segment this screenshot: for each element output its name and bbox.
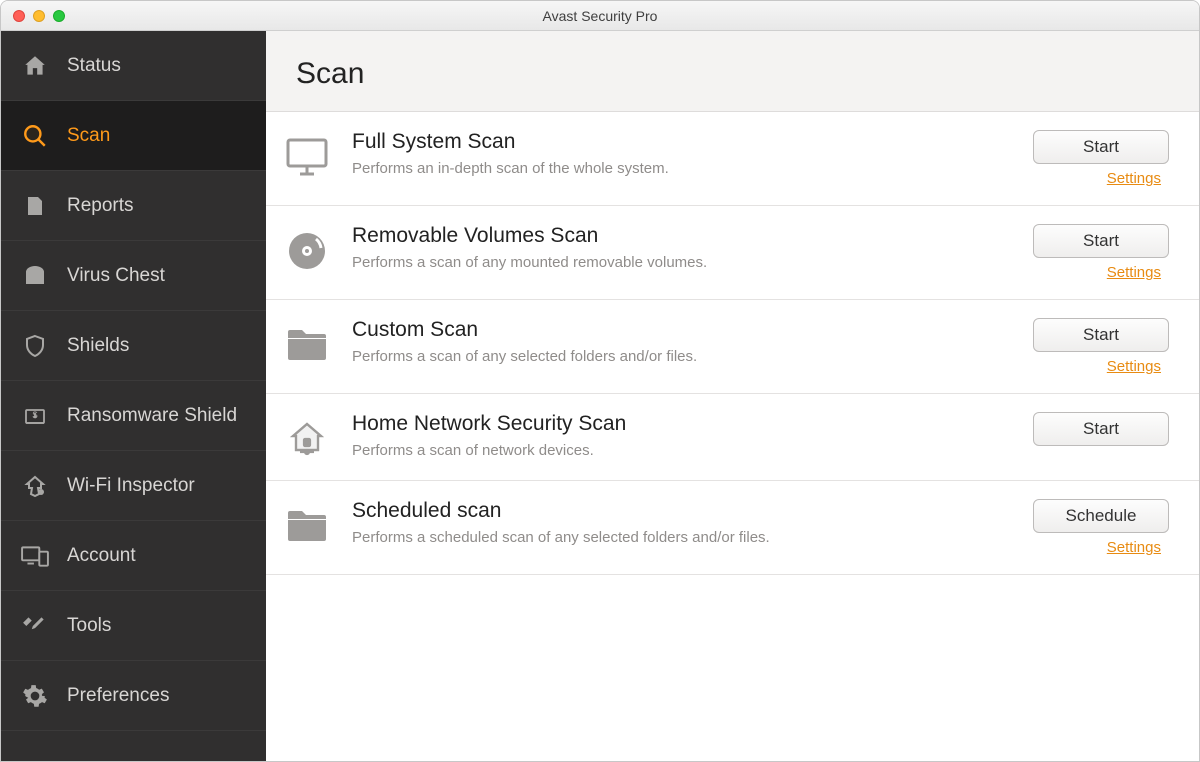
scan-row-home-network: Home Network Security Scan Performs a sc… bbox=[266, 394, 1199, 481]
sidebar-item-virus-chest[interactable]: Virus Chest bbox=[1, 241, 266, 311]
sidebar-item-status[interactable]: Status bbox=[1, 31, 266, 101]
scan-actions: Schedule Settings bbox=[1009, 499, 1169, 556]
document-icon bbox=[21, 192, 49, 220]
sidebar-item-shields[interactable]: Shields bbox=[1, 311, 266, 381]
devices-icon bbox=[21, 542, 49, 570]
sidebar-item-account[interactable]: Account bbox=[1, 521, 266, 591]
minimize-window-button[interactable] bbox=[33, 10, 45, 22]
sidebar-item-label: Status bbox=[67, 55, 121, 77]
sidebar-item-reports[interactable]: Reports bbox=[1, 171, 266, 241]
scan-text: Full System Scan Performs an in-depth sc… bbox=[352, 130, 987, 177]
wifi-icon bbox=[21, 472, 49, 500]
maximize-window-button[interactable] bbox=[53, 10, 65, 22]
scan-description: Performs a scan of any selected folders … bbox=[352, 348, 987, 365]
app-body: Status Scan Reports Virus Chest bbox=[1, 31, 1199, 761]
close-window-button[interactable] bbox=[13, 10, 25, 22]
settings-link[interactable]: Settings bbox=[1107, 170, 1161, 187]
settings-link[interactable]: Settings bbox=[1107, 264, 1161, 281]
monitor-icon bbox=[284, 134, 330, 180]
sidebar-item-label: Ransomware Shield bbox=[67, 405, 237, 427]
start-button[interactable]: Start bbox=[1033, 412, 1169, 446]
main-panel: Scan Full System Scan Performs an in-dep… bbox=[266, 31, 1199, 761]
folder-icon bbox=[284, 322, 330, 368]
scan-title: Scheduled scan bbox=[352, 499, 987, 523]
titlebar: Avast Security Pro bbox=[1, 1, 1199, 31]
sidebar-item-wifi-inspector[interactable]: Wi-Fi Inspector bbox=[1, 451, 266, 521]
ransomware-icon: $ bbox=[21, 402, 49, 430]
scan-actions: Start Settings bbox=[1009, 318, 1169, 375]
sidebar-item-label: Scan bbox=[67, 125, 110, 147]
gear-icon bbox=[21, 682, 49, 710]
scan-text: Scheduled scan Performs a scheduled scan… bbox=[352, 499, 987, 546]
home-icon bbox=[21, 52, 49, 80]
scan-text: Removable Volumes Scan Performs a scan o… bbox=[352, 224, 987, 271]
app-window: Avast Security Pro Status Scan Reports bbox=[0, 0, 1200, 762]
svg-text:$: $ bbox=[32, 410, 37, 420]
sidebar-item-label: Shields bbox=[67, 335, 129, 357]
scan-row-full-system: Full System Scan Performs an in-depth sc… bbox=[266, 112, 1199, 206]
sidebar-item-label: Wi-Fi Inspector bbox=[67, 475, 195, 497]
scan-row-removable-volumes: Removable Volumes Scan Performs a scan o… bbox=[266, 206, 1199, 300]
chest-icon bbox=[21, 262, 49, 290]
scan-actions: Start Settings bbox=[1009, 130, 1169, 187]
scan-description: Performs a scan of network devices. bbox=[352, 442, 987, 459]
scan-actions: Start Settings bbox=[1009, 224, 1169, 281]
page-title: Scan bbox=[296, 57, 1169, 91]
scan-title: Removable Volumes Scan bbox=[352, 224, 987, 248]
scan-list: Full System Scan Performs an in-depth sc… bbox=[266, 112, 1199, 761]
scan-title: Full System Scan bbox=[352, 130, 987, 154]
settings-link[interactable]: Settings bbox=[1107, 358, 1161, 375]
start-button[interactable]: Start bbox=[1033, 130, 1169, 164]
sidebar-item-scan[interactable]: Scan bbox=[1, 101, 266, 171]
folder-icon bbox=[284, 503, 330, 549]
sidebar-item-preferences[interactable]: Preferences bbox=[1, 661, 266, 731]
traffic-lights bbox=[13, 10, 65, 22]
tools-icon bbox=[21, 612, 49, 640]
shield-icon bbox=[21, 332, 49, 360]
scan-description: Performs a scan of any mounted removable… bbox=[352, 254, 987, 271]
scan-row-custom: Custom Scan Performs a scan of any selec… bbox=[266, 300, 1199, 394]
sidebar-item-tools[interactable]: Tools bbox=[1, 591, 266, 661]
sidebar-item-ransomware-shield[interactable]: $ Ransomware Shield bbox=[1, 381, 266, 451]
settings-link[interactable]: Settings bbox=[1107, 539, 1161, 556]
sidebar-item-label: Virus Chest bbox=[67, 265, 165, 287]
scan-title: Custom Scan bbox=[352, 318, 987, 342]
sidebar-item-label: Account bbox=[67, 545, 136, 567]
schedule-button[interactable]: Schedule bbox=[1033, 499, 1169, 533]
sidebar-item-label: Preferences bbox=[67, 685, 169, 707]
disc-icon bbox=[284, 228, 330, 274]
scan-actions: Start bbox=[1009, 412, 1169, 446]
scan-row-scheduled: Scheduled scan Performs a scheduled scan… bbox=[266, 481, 1199, 575]
scan-text: Custom Scan Performs a scan of any selec… bbox=[352, 318, 987, 365]
sidebar-item-label: Tools bbox=[67, 615, 111, 637]
scan-title: Home Network Security Scan bbox=[352, 412, 987, 436]
scan-description: Performs an in-depth scan of the whole s… bbox=[352, 160, 987, 177]
search-icon bbox=[21, 122, 49, 150]
start-button[interactable]: Start bbox=[1033, 318, 1169, 352]
sidebar-item-label: Reports bbox=[67, 195, 134, 217]
main-header: Scan bbox=[266, 31, 1199, 112]
scan-text: Home Network Security Scan Performs a sc… bbox=[352, 412, 987, 459]
sidebar: Status Scan Reports Virus Chest bbox=[1, 31, 266, 761]
start-button[interactable]: Start bbox=[1033, 224, 1169, 258]
scan-description: Performs a scheduled scan of any selecte… bbox=[352, 529, 987, 546]
window-title: Avast Security Pro bbox=[1, 8, 1199, 24]
house-network-icon bbox=[284, 416, 330, 462]
